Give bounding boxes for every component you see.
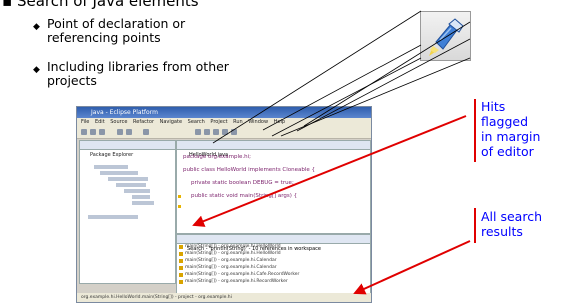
hits-callout-line: flagged [481,114,529,129]
pointer-line [271,57,422,137]
hits-callout: Hits flagged in margin of editor [481,99,540,159]
pointer-line [262,44,422,131]
results-callout-bar [474,208,476,243]
hits-callout-bar [474,99,476,162]
hits-arrow [192,115,467,227]
results-arrow [353,240,471,295]
pointer-line [212,10,422,144]
results-callout: All search results [481,209,542,239]
hits-callout-line: in margin [481,129,541,144]
results-callout-line: results [481,224,523,239]
pointer-line [296,38,471,132]
pointer-line [303,21,471,127]
results-callout-line: All search [481,209,542,224]
hits-callout-line: Hits [481,99,506,114]
hits-callout-line: of editor [481,144,534,159]
